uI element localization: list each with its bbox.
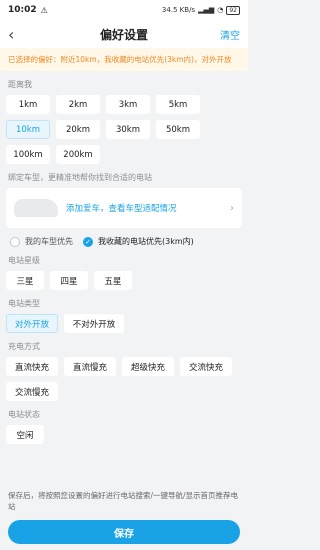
distance-options: 1km 2km 3km 5km 10km 20km 30km 50km 100k… (0, 95, 248, 164)
distance-20km[interactable]: 20km (56, 120, 100, 139)
wifi-icon: ◔ (217, 6, 224, 14)
nav-bar: ‹ 偏好设置 清空 (0, 20, 248, 48)
favorite-priority-label: 我收藏的电站优先(3km内) (98, 237, 194, 246)
distance-50km[interactable]: 50km (156, 120, 200, 139)
distance-200km[interactable]: 200km (56, 145, 100, 164)
network-speed: 34.5 KB/s (161, 6, 196, 14)
charge-dc-slow[interactable]: 直流慢充 (64, 357, 116, 376)
radio-unchecked-icon (10, 236, 20, 247)
charge-ac-fast[interactable]: 交流快充 (180, 357, 232, 376)
charge-ac-slow[interactable]: 交流慢充 (6, 382, 58, 401)
status-idle[interactable]: 空闲 (6, 425, 44, 444)
car-title: 绑定车型，更精准地帮你找到合适的电站 (8, 173, 152, 182)
star-options: 三星 四星 五星 (0, 271, 248, 290)
my-car-priority-radio[interactable]: 我的车型优先 (10, 236, 73, 247)
distance-title: 距离我 (8, 80, 32, 89)
status-time: 10:02 (8, 5, 37, 15)
favorite-priority-radio[interactable]: ✓ 我收藏的电站优先(3km内) (83, 236, 194, 247)
type-open[interactable]: 对外开放 (6, 314, 58, 333)
station-status-options: 空闲 (0, 425, 248, 444)
battery-icon: 92 (226, 5, 240, 15)
save-hint: 保存后，将按照您设置的偏好进行电站搜索/一键导航/显示首页推荐电站 (8, 491, 239, 511)
car-icon (14, 199, 58, 217)
type-not-open[interactable]: 不对外开放 (64, 314, 124, 333)
star-five[interactable]: 五星 (94, 271, 132, 290)
star-three[interactable]: 三星 (6, 271, 44, 290)
star-four[interactable]: 四星 (50, 271, 88, 290)
charge-super-fast[interactable]: 超级快充 (122, 357, 174, 376)
distance-3km[interactable]: 3km (106, 95, 150, 114)
distance-1km[interactable]: 1km (6, 95, 50, 114)
distance-10km[interactable]: 10km (6, 120, 50, 139)
back-icon[interactable]: ‹ (8, 25, 28, 44)
type-title: 电站类型 (8, 299, 40, 308)
station-status-title: 电站状态 (8, 410, 40, 419)
add-car-card[interactable]: 添加爱车，查看车型适配情况 › (6, 188, 242, 228)
type-options: 对外开放 不对外开放 (0, 314, 248, 333)
radio-checked-icon: ✓ (83, 236, 93, 247)
my-car-priority-label: 我的车型优先 (25, 237, 73, 246)
selected-preferences-notice: 已选择的偏好：附近10km，我收藏的电站优先(3km内)，对外开放 (0, 48, 248, 71)
signal-icon: ▂▄▆ (198, 6, 215, 14)
charge-options: 直流快充 直流慢充 超级快充 交流快充 交流慢充 (0, 357, 248, 401)
status-bar: 10:02 ⚠ 34.5 KB/s ▂▄▆ ◔ 92 (0, 0, 248, 20)
distance-30km[interactable]: 30km (106, 120, 150, 139)
page-title: 偏好设置 (99, 27, 148, 42)
chevron-right-icon: › (230, 202, 234, 214)
star-title: 电站星级 (8, 256, 40, 265)
charge-dc-fast[interactable]: 直流快充 (6, 357, 58, 376)
distance-5km[interactable]: 5km (156, 95, 200, 114)
priority-options: 我的车型优先 ✓ 我收藏的电站优先(3km内) (0, 228, 248, 247)
warning-icon: ⚠ (40, 5, 48, 15)
distance-2km[interactable]: 2km (56, 95, 100, 114)
charge-title: 充电方式 (8, 342, 40, 351)
distance-100km[interactable]: 100km (6, 145, 50, 164)
save-button[interactable]: 保存 (8, 520, 240, 544)
clear-button[interactable]: 清空 (220, 27, 240, 42)
add-car-text: 添加爱车，查看车型适配情况 (66, 204, 177, 214)
